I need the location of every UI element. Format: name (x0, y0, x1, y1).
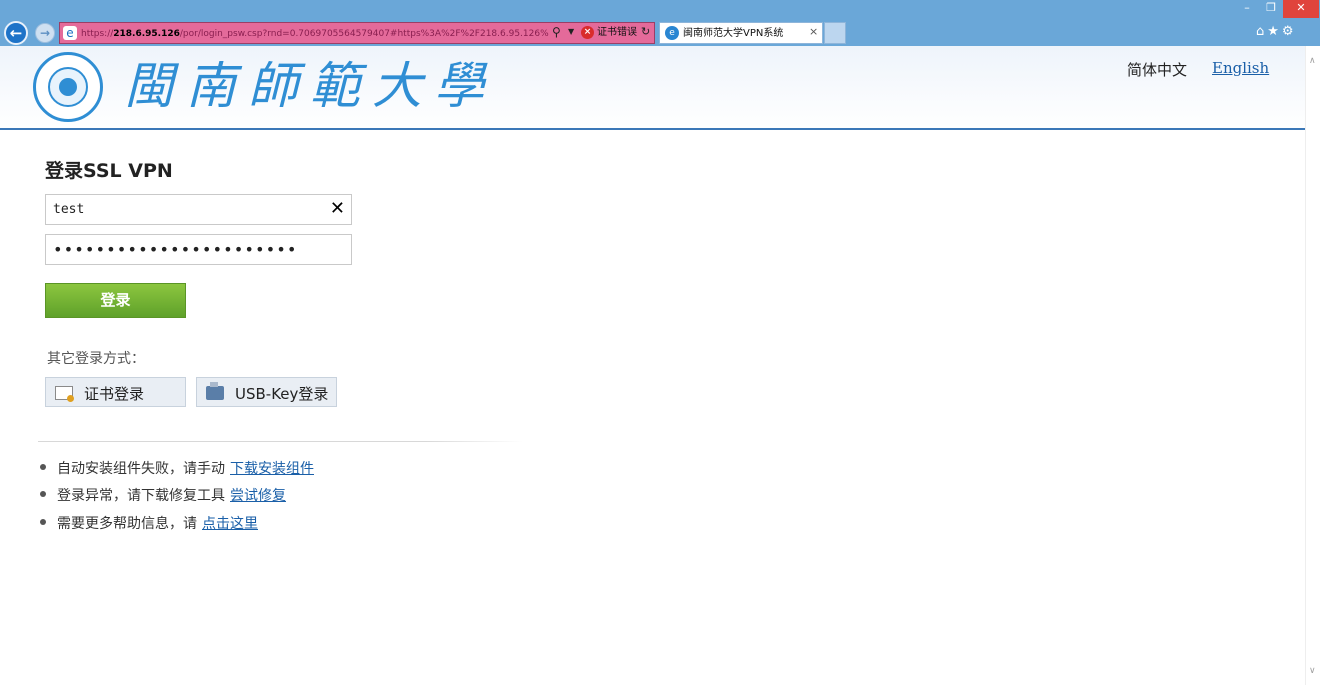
certificate-login-button[interactable]: 证书登录 (45, 377, 186, 407)
try-repair-link[interactable]: 尝试修复 (230, 488, 286, 504)
new-tab-button[interactable] (824, 22, 846, 44)
dropdown-arrow-icon[interactable]: ▼ (568, 27, 574, 36)
vpn-login-page: 閩南師範大學 简体中文 English 登录SSL VPN ✕ 登录 其它登录方… (0, 46, 1305, 685)
seal-inner-ring (48, 67, 88, 107)
certificate-error-icon[interactable]: × (581, 26, 594, 39)
language-english-link[interactable]: English (1212, 59, 1269, 77)
bullet-icon (40, 491, 46, 497)
back-button[interactable]: ← (4, 21, 28, 45)
username-field[interactable]: ✕ (45, 194, 352, 225)
usb-key-login-button[interactable]: USB-Key登录 (196, 377, 337, 407)
help-text: 需要更多帮助信息，请 (57, 516, 197, 532)
username-input[interactable] (46, 195, 351, 224)
download-components-link[interactable]: 下载安装组件 (230, 461, 314, 477)
language-chinese[interactable]: 简体中文 (1127, 59, 1187, 80)
browser-chrome: ← → e https://218.6.95.126/por/login_psw… (0, 0, 1320, 46)
university-seal-icon (33, 52, 103, 122)
scroll-down-icon[interactable]: ∨ (1309, 666, 1316, 676)
usb-key-login-label: USB-Key登录 (235, 385, 329, 403)
certificate-login-label: 证书登录 (84, 385, 145, 403)
help-text: 自动安装组件失败，请手动 (57, 461, 225, 477)
ie-tab-icon: e (665, 26, 679, 40)
address-bar[interactable]: e https://218.6.95.126/por/login_psw.csp… (59, 22, 655, 44)
close-window-button[interactable]: ✕ (1283, 0, 1319, 18)
search-icon[interactable]: ⚲ (552, 25, 561, 39)
url-path: /por/login_psw.csp?rnd=0.706970556457940… (179, 29, 549, 39)
usb-key-icon (206, 382, 224, 400)
help-item-download-components: 自动安装组件失败，请手动 下载安装组件 (40, 458, 314, 478)
address-url[interactable]: https://218.6.95.126/por/login_psw.csp?r… (81, 26, 551, 42)
bullet-icon (40, 519, 46, 525)
login-button[interactable]: 登录 (45, 283, 186, 318)
ie-page-icon: e (63, 26, 77, 40)
url-protocol: https:// (81, 29, 114, 39)
tab-vpn-login[interactable]: e 闽南师范大学VPN系统 × (659, 22, 823, 44)
forward-arrow-icon: → (39, 26, 51, 40)
password-input[interactable] (46, 235, 351, 264)
help-text: 登录异常，请下载修复工具 (57, 488, 225, 504)
vertical-scrollbar[interactable]: ∧ ∨ (1305, 46, 1320, 685)
maximize-button[interactable]: ❐ (1259, 0, 1283, 18)
click-here-link[interactable]: 点击这里 (202, 516, 258, 532)
help-item-more-help: 需要更多帮助信息，请 点击这里 (40, 513, 258, 533)
home-favorites-settings-icons[interactable]: ⌂★⚙ (1256, 24, 1297, 39)
help-item-repair-tool: 登录异常，请下载修复工具 尝试修复 (40, 485, 286, 505)
certificate-icon (55, 386, 74, 402)
back-arrow-icon: ← (9, 24, 23, 42)
minimize-button[interactable]: – (1235, 0, 1259, 18)
certificate-error-label[interactable]: 证书错误 (597, 25, 637, 41)
url-host: 218.6.95.126 (113, 29, 180, 39)
password-field[interactable] (45, 234, 352, 265)
tab-title: 闽南师范大学VPN系统 (683, 28, 784, 39)
bullet-icon (40, 464, 46, 470)
refresh-icon[interactable]: ↻ (641, 25, 650, 38)
university-logo-text: 閩南師範大學 (124, 57, 496, 115)
login-title: 登录SSL VPN (45, 160, 173, 182)
clear-input-icon[interactable]: ✕ (330, 199, 345, 219)
seal-core (59, 78, 77, 96)
page-header: 閩南師範大學 简体中文 English (0, 46, 1305, 130)
tab-close-icon[interactable]: × (809, 25, 818, 38)
section-divider (38, 441, 523, 442)
forward-button[interactable]: → (35, 23, 55, 43)
other-login-methods-label: 其它登录方式： (47, 351, 145, 367)
scroll-up-icon[interactable]: ∧ (1309, 56, 1316, 66)
